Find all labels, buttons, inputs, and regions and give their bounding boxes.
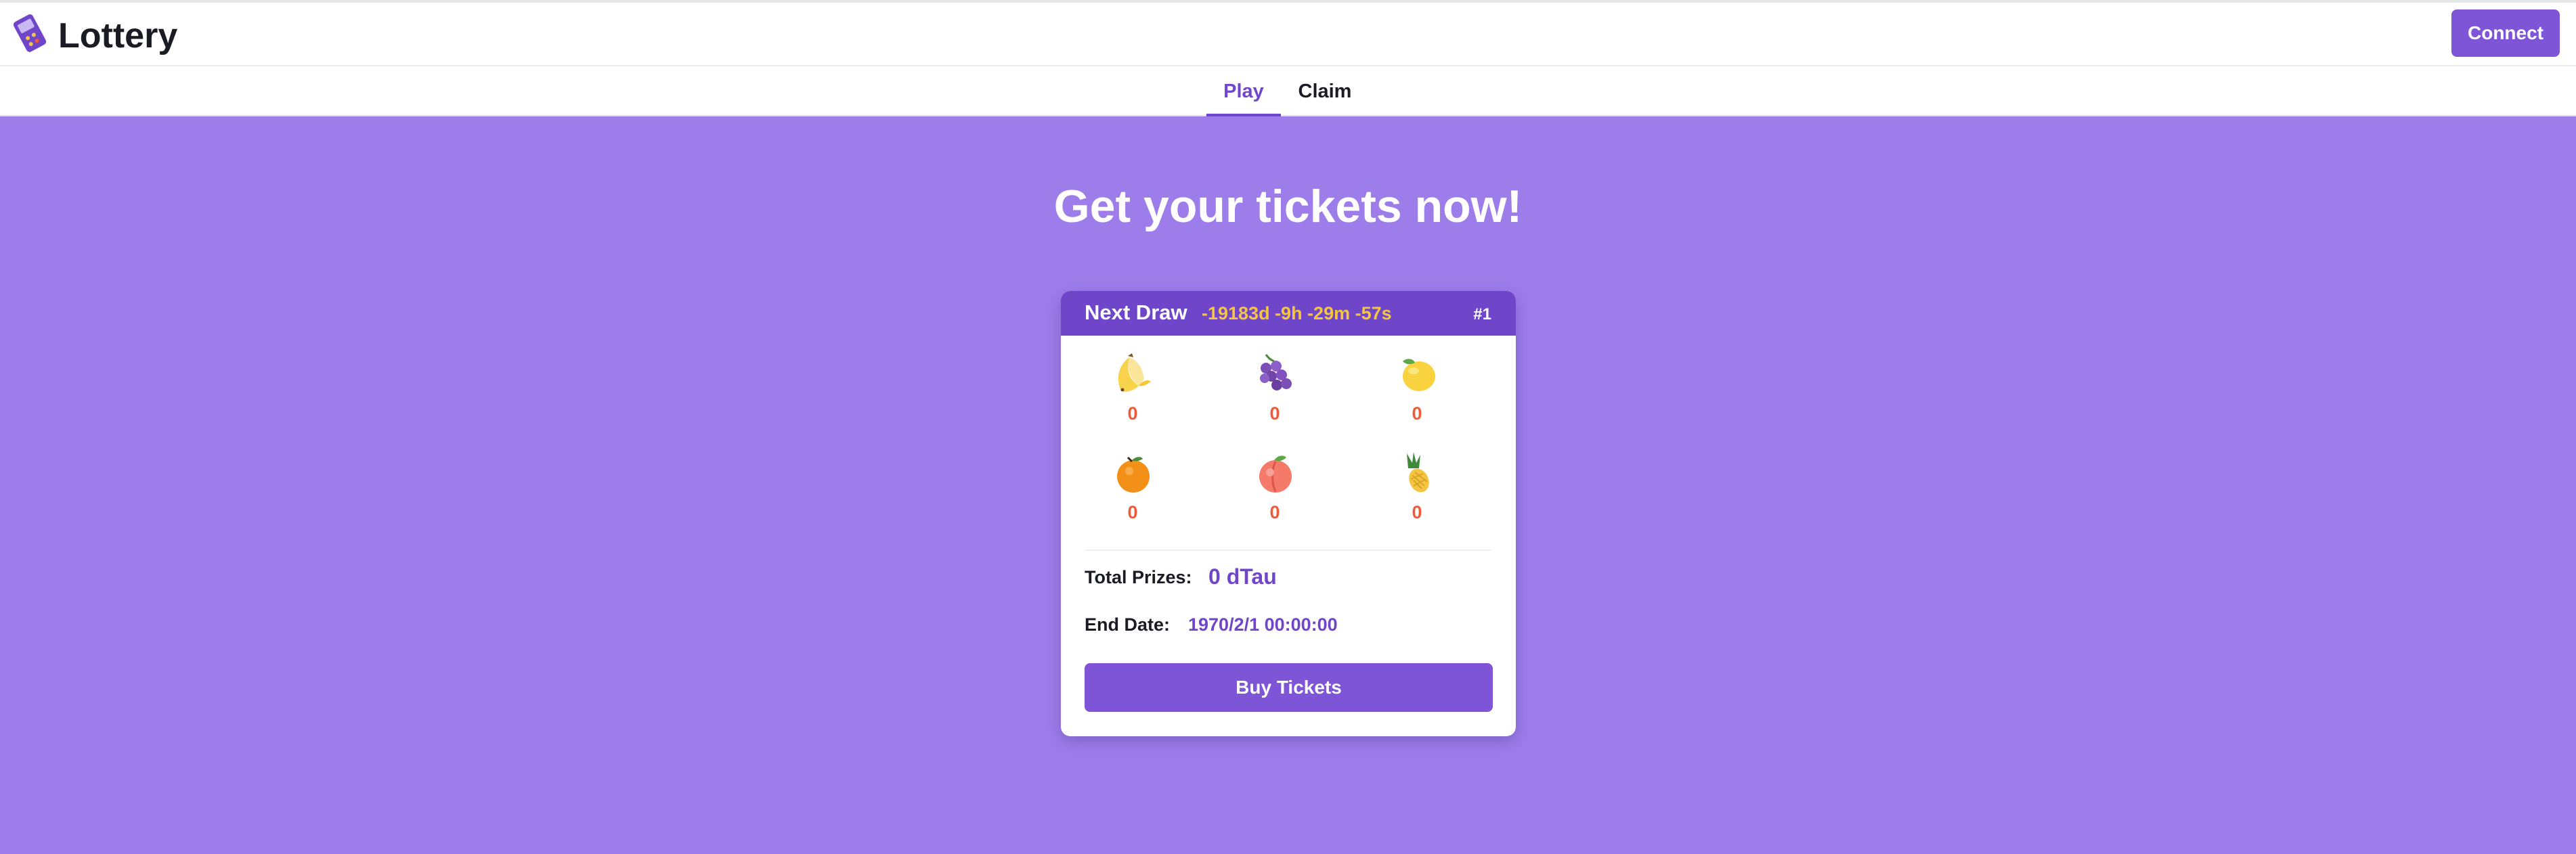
grapes-icon: [1227, 352, 1322, 397]
fruit-item-banana: 0: [1085, 352, 1180, 440]
fruit-count: 0: [1412, 403, 1422, 424]
fruit-count: 0: [1412, 502, 1422, 522]
banana-icon: [1085, 352, 1180, 397]
orange-icon: [1085, 451, 1180, 495]
fruit-item-grapes: 0: [1227, 352, 1322, 440]
lemon-icon: [1370, 352, 1464, 397]
draw-card: Next Draw -19183d -9h -29m -57s #1 0 0 0…: [1061, 291, 1516, 736]
hero-title: Get your tickets now!: [1053, 181, 1523, 232]
fruit-item-peach: 0: [1227, 451, 1322, 539]
lottery-ticket-icon: [9, 12, 50, 54]
fruit-item-pineapple: 0: [1370, 451, 1464, 539]
end-date-value: 1970/2/1 00:00:00: [1188, 614, 1338, 635]
tab-bar: Play Claim: [0, 66, 2576, 116]
total-prizes-value: 0 dTau: [1208, 564, 1277, 589]
draw-card-header: Next Draw -19183d -9h -29m -57s #1: [1061, 291, 1516, 336]
next-draw-label: Next Draw: [1085, 300, 1187, 324]
pineapple-icon: [1370, 451, 1464, 495]
fruit-item-orange: 0: [1085, 451, 1180, 539]
draw-countdown: -19183d -9h -29m -57s: [1202, 303, 1392, 323]
card-divider: [1085, 549, 1491, 551]
fruit-count: 0: [1269, 502, 1280, 522]
app-title: Lottery: [58, 16, 178, 55]
fruit-count: 0: [1127, 403, 1138, 424]
peach-icon: [1227, 451, 1322, 495]
fruit-grid: 0 0 0 0 0 0: [1085, 352, 1491, 551]
app-header: Lottery Connect: [0, 3, 2576, 66]
buy-tickets-button[interactable]: Buy Tickets: [1085, 663, 1493, 712]
fruit-item-lemon: 0: [1370, 352, 1464, 440]
fruit-count: 0: [1269, 403, 1280, 424]
end-date-label: End Date:: [1085, 614, 1171, 635]
tab-claim[interactable]: Claim: [1289, 66, 1361, 116]
draw-number: #1: [1473, 305, 1491, 323]
tab-play[interactable]: Play: [1206, 66, 1281, 116]
connect-button[interactable]: Connect: [2451, 9, 2560, 57]
total-prizes-label: Total Prizes:: [1085, 567, 1192, 587]
fruit-count: 0: [1127, 502, 1138, 522]
